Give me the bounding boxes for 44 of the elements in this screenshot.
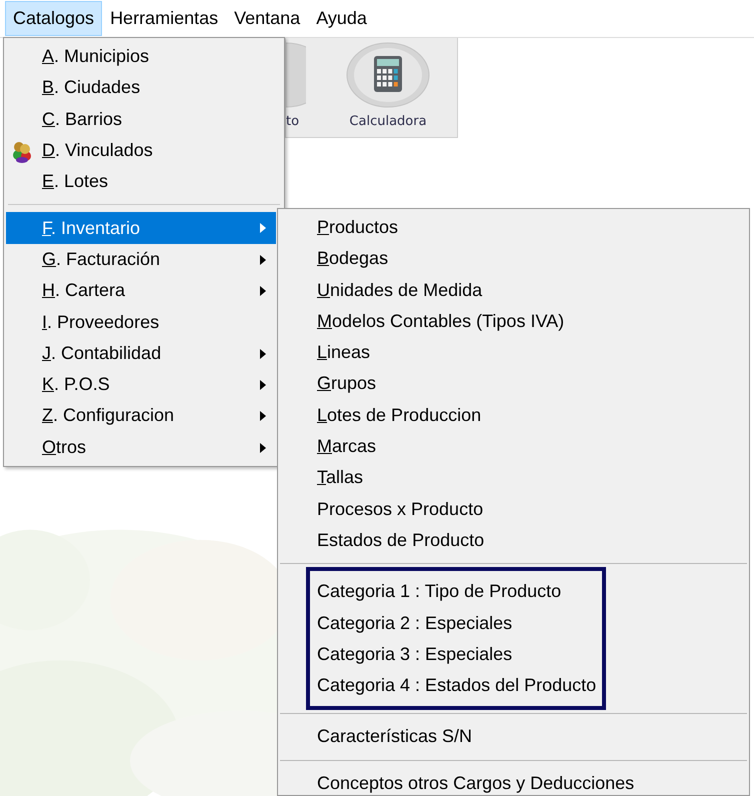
menu-item[interactable]: Z. Configuracion [6, 400, 276, 432]
toolbar-button[interactable]: to [286, 42, 326, 129]
menu-item[interactable]: G. Facturación [6, 244, 276, 276]
submenu-arrow-icon [260, 411, 266, 422]
menu-item[interactable]: Categoria 3 : Especiales [317, 638, 512, 670]
menu-item[interactable]: Categoria 1 : Tipo de Producto [317, 576, 562, 608]
menu-bar-item[interactable]: Ayuda [308, 1, 375, 36]
menu-item[interactable]: J. Contabilidad [6, 338, 276, 369]
menu-item[interactable]: K. P.O.S [6, 368, 276, 400]
menu-item[interactable]: Conceptos otros Cargos y Deducciones [317, 768, 634, 796]
submenu-arrow-icon [260, 223, 266, 234]
menu-bar-item[interactable]: Catalogos [5, 1, 102, 36]
menu-item[interactable]: B. Ciudades [6, 72, 276, 104]
submenu-arrow-icon [260, 380, 266, 390]
menu-item[interactable]: C. Barrios [6, 104, 276, 135]
menu-item[interactable]: E. Lotes [6, 166, 276, 198]
menu-item[interactable]: Productos [317, 212, 398, 244]
menu-item[interactable]: H. Cartera [6, 275, 276, 306]
submenu-arrow-icon [260, 348, 266, 359]
menu-item[interactable]: Características S/N [317, 721, 472, 753]
menu-bar-item[interactable]: Ventana [226, 1, 308, 36]
menu-item[interactable]: I. Proveedores [6, 306, 276, 338]
menu-item[interactable]: Categoria 4 : Estados del Producto [317, 670, 596, 702]
menu-item[interactable]: D. Vinculados [6, 134, 276, 166]
menu-bar-item[interactable]: Herramientas [102, 1, 226, 36]
menu-item[interactable]: Categoria 2 : Especiales [317, 608, 512, 639]
submenu-arrow-icon [260, 286, 266, 296]
menu-item[interactable]: Lotes de Produccion [317, 400, 482, 432]
menu-item[interactable]: Grupos [317, 368, 376, 400]
menu-item[interactable]: A. Municipios [6, 41, 276, 72]
menu-item[interactable]: Procesos x Producto [317, 494, 484, 525]
menu-item[interactable]: F. Inventario [6, 212, 276, 244]
submenu-arrow-icon [260, 254, 266, 265]
calculator-icon [346, 42, 430, 108]
menu-item[interactable]: Lineas [317, 337, 370, 368]
menu-item[interactable]: Unidades de Medida [317, 274, 482, 306]
menu-item[interactable]: Estados de Producto [317, 524, 484, 556]
menu-item[interactable]: Marcas [317, 431, 376, 462]
menu-item[interactable]: Bodegas [317, 243, 388, 275]
toolbar-button[interactable]: Calculadora [346, 42, 430, 129]
menu-item[interactable]: Modelos Contables (Tipos IVA) [317, 306, 564, 338]
menu-item[interactable]: Tallas [317, 462, 364, 494]
menu-item[interactable]: Otros [6, 432, 276, 463]
submenu-arrow-icon [260, 442, 266, 453]
